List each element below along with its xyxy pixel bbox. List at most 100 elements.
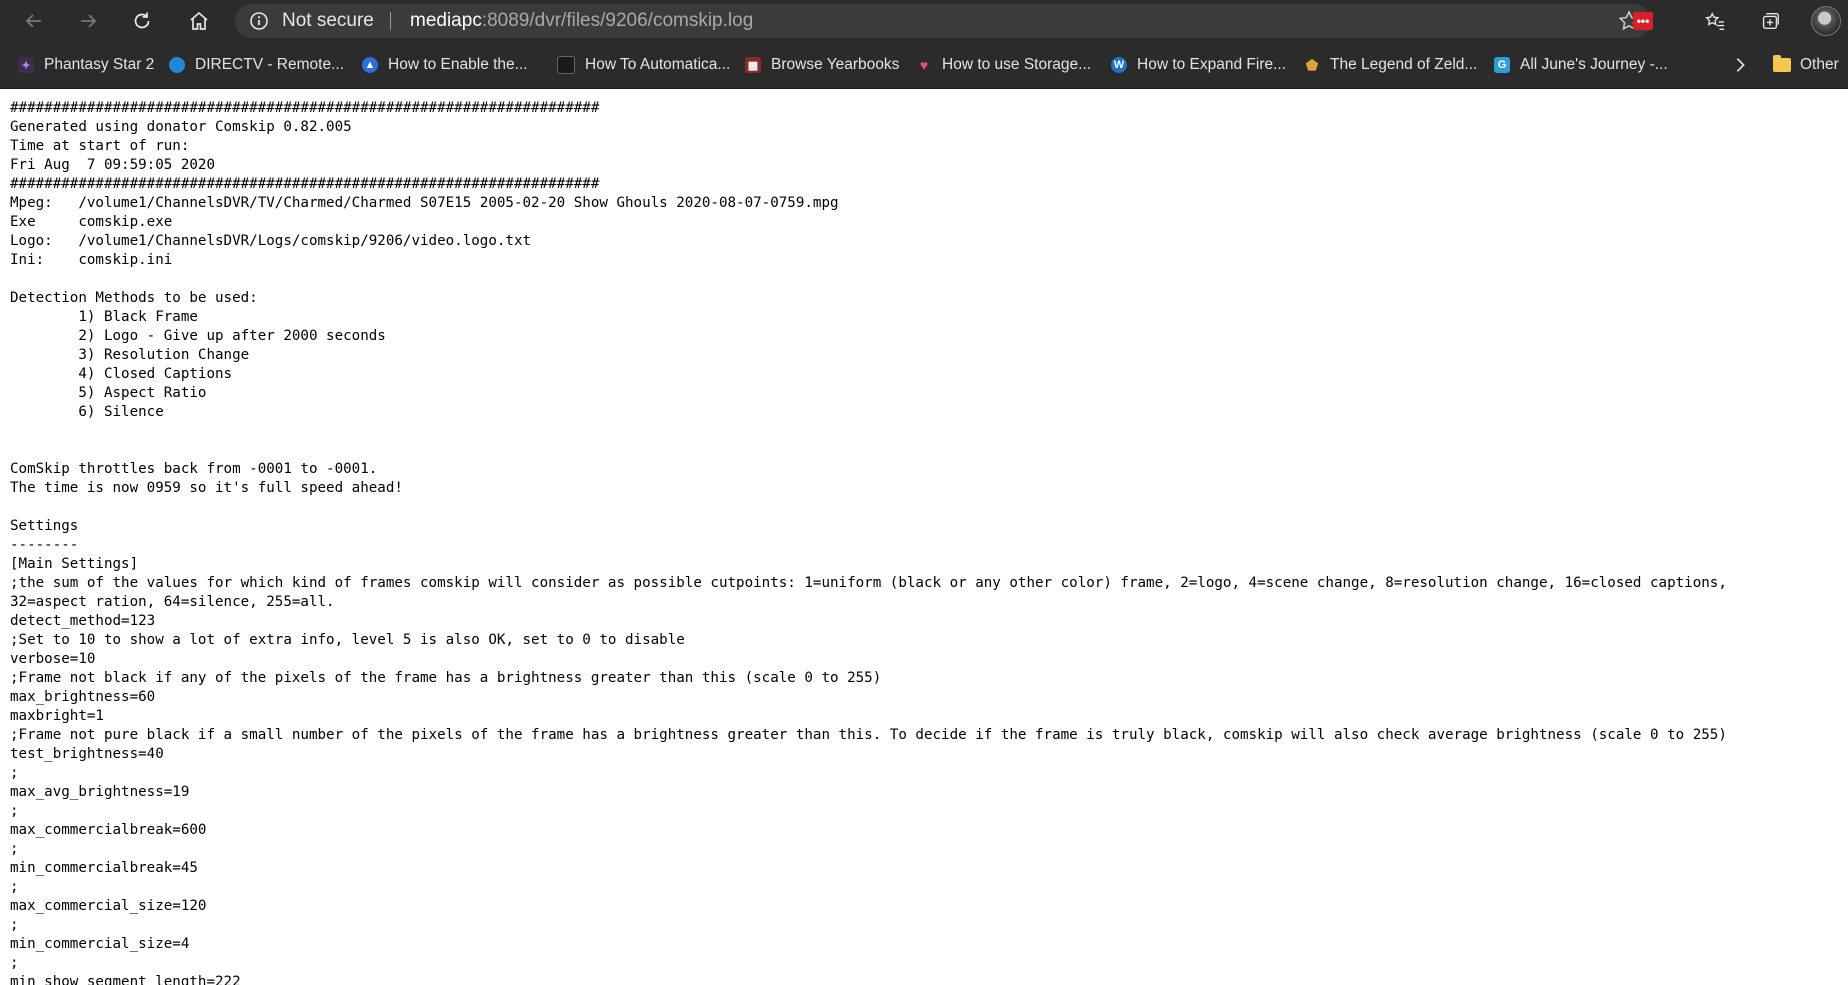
log-line: 4) Closed Captions (10, 366, 233, 382)
log-line: ;Set to 10 to show a lot of extra info, … (10, 632, 685, 648)
log-text: ########################################… (0, 89, 1848, 985)
log-line: Mpeg: /volume1/ChannelsDVR/TV/Charmed/Ch… (10, 195, 839, 211)
log-line: Exe comskip.exe (10, 214, 173, 230)
more-favorites-button[interactable] (1727, 52, 1753, 78)
log-line: detect_method=123 (10, 613, 156, 629)
collections-button[interactable] (1755, 6, 1785, 36)
log-line: ; (10, 917, 19, 933)
chevron-right-icon (1736, 58, 1745, 72)
log-line: 3) Resolution Change (10, 347, 250, 363)
log-line: max_brightness=60 (10, 689, 156, 705)
log-line: ########################################… (10, 176, 600, 192)
log-line: max_commercialbreak=600 (10, 822, 207, 838)
heart-logo-icon: ♥ (919, 57, 929, 73)
page-content: ########################################… (0, 89, 1848, 985)
log-line: 6) Silence (10, 404, 164, 420)
bookmark-label: How to Expand Fire... (1137, 56, 1287, 73)
phantasy-star-icon: ✦ (18, 57, 34, 73)
security-status[interactable]: Not secure (282, 10, 374, 32)
other-favorites-label: Other (1800, 56, 1839, 73)
w-logo-icon: W (1111, 57, 1127, 73)
log-line: 32=aspect ration, 64=silence, 255=all. (10, 594, 335, 610)
log-line: ; (10, 879, 19, 895)
triangle-logo-icon: ▲ (362, 57, 378, 73)
bookmark-phantasy-star[interactable]: ✦ Phantasy Star 2 (18, 53, 154, 77)
browser-toolbar: Not secure mediapc:8089/dvr/files/9206/c… (0, 0, 1848, 42)
folder-icon (1773, 55, 1791, 72)
home-icon (190, 11, 208, 30)
bookmark-label: Phantasy Star 2 (44, 56, 155, 73)
log-line: -------- (10, 537, 79, 553)
bookmark-yearbooks[interactable]: ▦ Browse Yearbooks (745, 53, 899, 77)
bookmark-label: DIRECTV - Remote... (195, 56, 344, 73)
log-line: ; (10, 765, 19, 781)
log-line: 5) Aspect Ratio (10, 385, 207, 401)
back-arrow-icon (25, 14, 41, 28)
log-line: max_avg_brightness=19 (10, 784, 190, 800)
log-line: ; (10, 955, 19, 971)
bookmark-expand-fire[interactable]: W How to Expand Fire... (1111, 53, 1286, 77)
bookmark-zelda[interactable]: ⬟ The Legend of Zeld... (1304, 53, 1477, 77)
yearbook-icon: ▦ (745, 57, 761, 73)
log-line: ;Frame not black if any of the pixels of… (10, 670, 882, 686)
log-line: 2) Logo - Give up after 2000 seconds (10, 328, 386, 344)
address-bar[interactable]: Not secure mediapc:8089/dvr/files/9206/c… (235, 4, 1651, 38)
address-divider (390, 12, 391, 30)
home-button[interactable] (183, 5, 215, 37)
url-path: :8089/dvr/files/9206/comskip.log (481, 10, 754, 31)
bookmark-label: The Legend of Zeld... (1330, 56, 1478, 73)
bookmark-directv[interactable]: DIRECTV - Remote... (169, 53, 344, 77)
log-line: ;the sum of the values for which kind of… (10, 575, 1727, 591)
log-line: max_commercial_size=120 (10, 898, 207, 914)
log-line: ; (10, 803, 19, 819)
avatar (1811, 6, 1841, 36)
log-line: Detection Methods to be used: (10, 290, 258, 306)
refresh-icon (134, 12, 150, 29)
forward-button[interactable] (72, 5, 104, 37)
favorites-button[interactable] (1700, 6, 1730, 36)
log-line: ComSkip throttles back from -0001 to -00… (10, 461, 378, 477)
log-line: 1) Black Frame (10, 309, 198, 325)
log-line: [Main Settings] (10, 556, 139, 572)
directv-globe-icon (169, 57, 185, 73)
bookmark-label: How To Automatica... (585, 56, 731, 73)
log-line: ;Frame not pure black if a small number … (10, 727, 1727, 743)
url-host: mediapc (410, 10, 482, 31)
back-button[interactable] (18, 5, 50, 37)
bookmark-storage[interactable]: ♥ How to use Storage... (916, 53, 1091, 77)
log-line: Settings (10, 518, 79, 534)
refresh-button[interactable] (126, 5, 158, 37)
bookmark-automatica[interactable]: How To Automatica... (557, 53, 730, 77)
log-line: Time at start of run: (10, 138, 190, 154)
log-line: min_show_segment_length=222 (10, 974, 241, 985)
lastpass-extension-button[interactable]: ••• (1628, 6, 1658, 36)
lastpass-icon: ••• (1633, 12, 1653, 30)
favorites-icon (1705, 12, 1725, 30)
profile-button[interactable] (1811, 6, 1841, 36)
log-line: The time is now 0959 so it's full speed … (10, 480, 403, 496)
log-line: ; (10, 841, 19, 857)
log-line: min_commercialbreak=45 (10, 860, 198, 876)
bookmark-enable[interactable]: ▲ How to Enable the... (362, 53, 528, 77)
log-line: verbose=10 (10, 651, 96, 667)
bookmark-label: How to use Storage... (942, 56, 1092, 73)
g-logo-icon: G (1494, 57, 1510, 73)
bookmark-label: All June's Journey -... (1520, 56, 1668, 73)
url-text[interactable]: mediapc:8089/dvr/files/9206/comskip.log (410, 10, 753, 32)
info-icon[interactable] (249, 11, 269, 31)
log-line: Generated using donator Comskip 0.82.005 (10, 119, 352, 135)
other-favorites-folder[interactable]: Other (1773, 53, 1839, 77)
dark-square-icon (557, 56, 575, 74)
log-line: maxbright=1 (10, 708, 104, 724)
log-line: min_commercial_size=4 (10, 936, 190, 952)
favorites-bar: ✦ Phantasy Star 2 DIRECTV - Remote... ▲ Ho… (0, 42, 1848, 89)
collections-icon (1762, 12, 1779, 30)
log-line: test_brightness=40 (10, 746, 164, 762)
bookmark-junes-journey[interactable]: G All June's Journey -... (1494, 53, 1668, 77)
log-line: Ini: comskip.ini (10, 252, 173, 268)
bookmark-label: How to Enable the... (388, 56, 528, 73)
log-line: ########################################… (10, 100, 600, 116)
log-line: Fri Aug 7 09:59:05 2020 (10, 157, 215, 173)
forward-arrow-icon (81, 14, 97, 28)
zelda-shield-icon: ⬟ (1305, 56, 1319, 73)
